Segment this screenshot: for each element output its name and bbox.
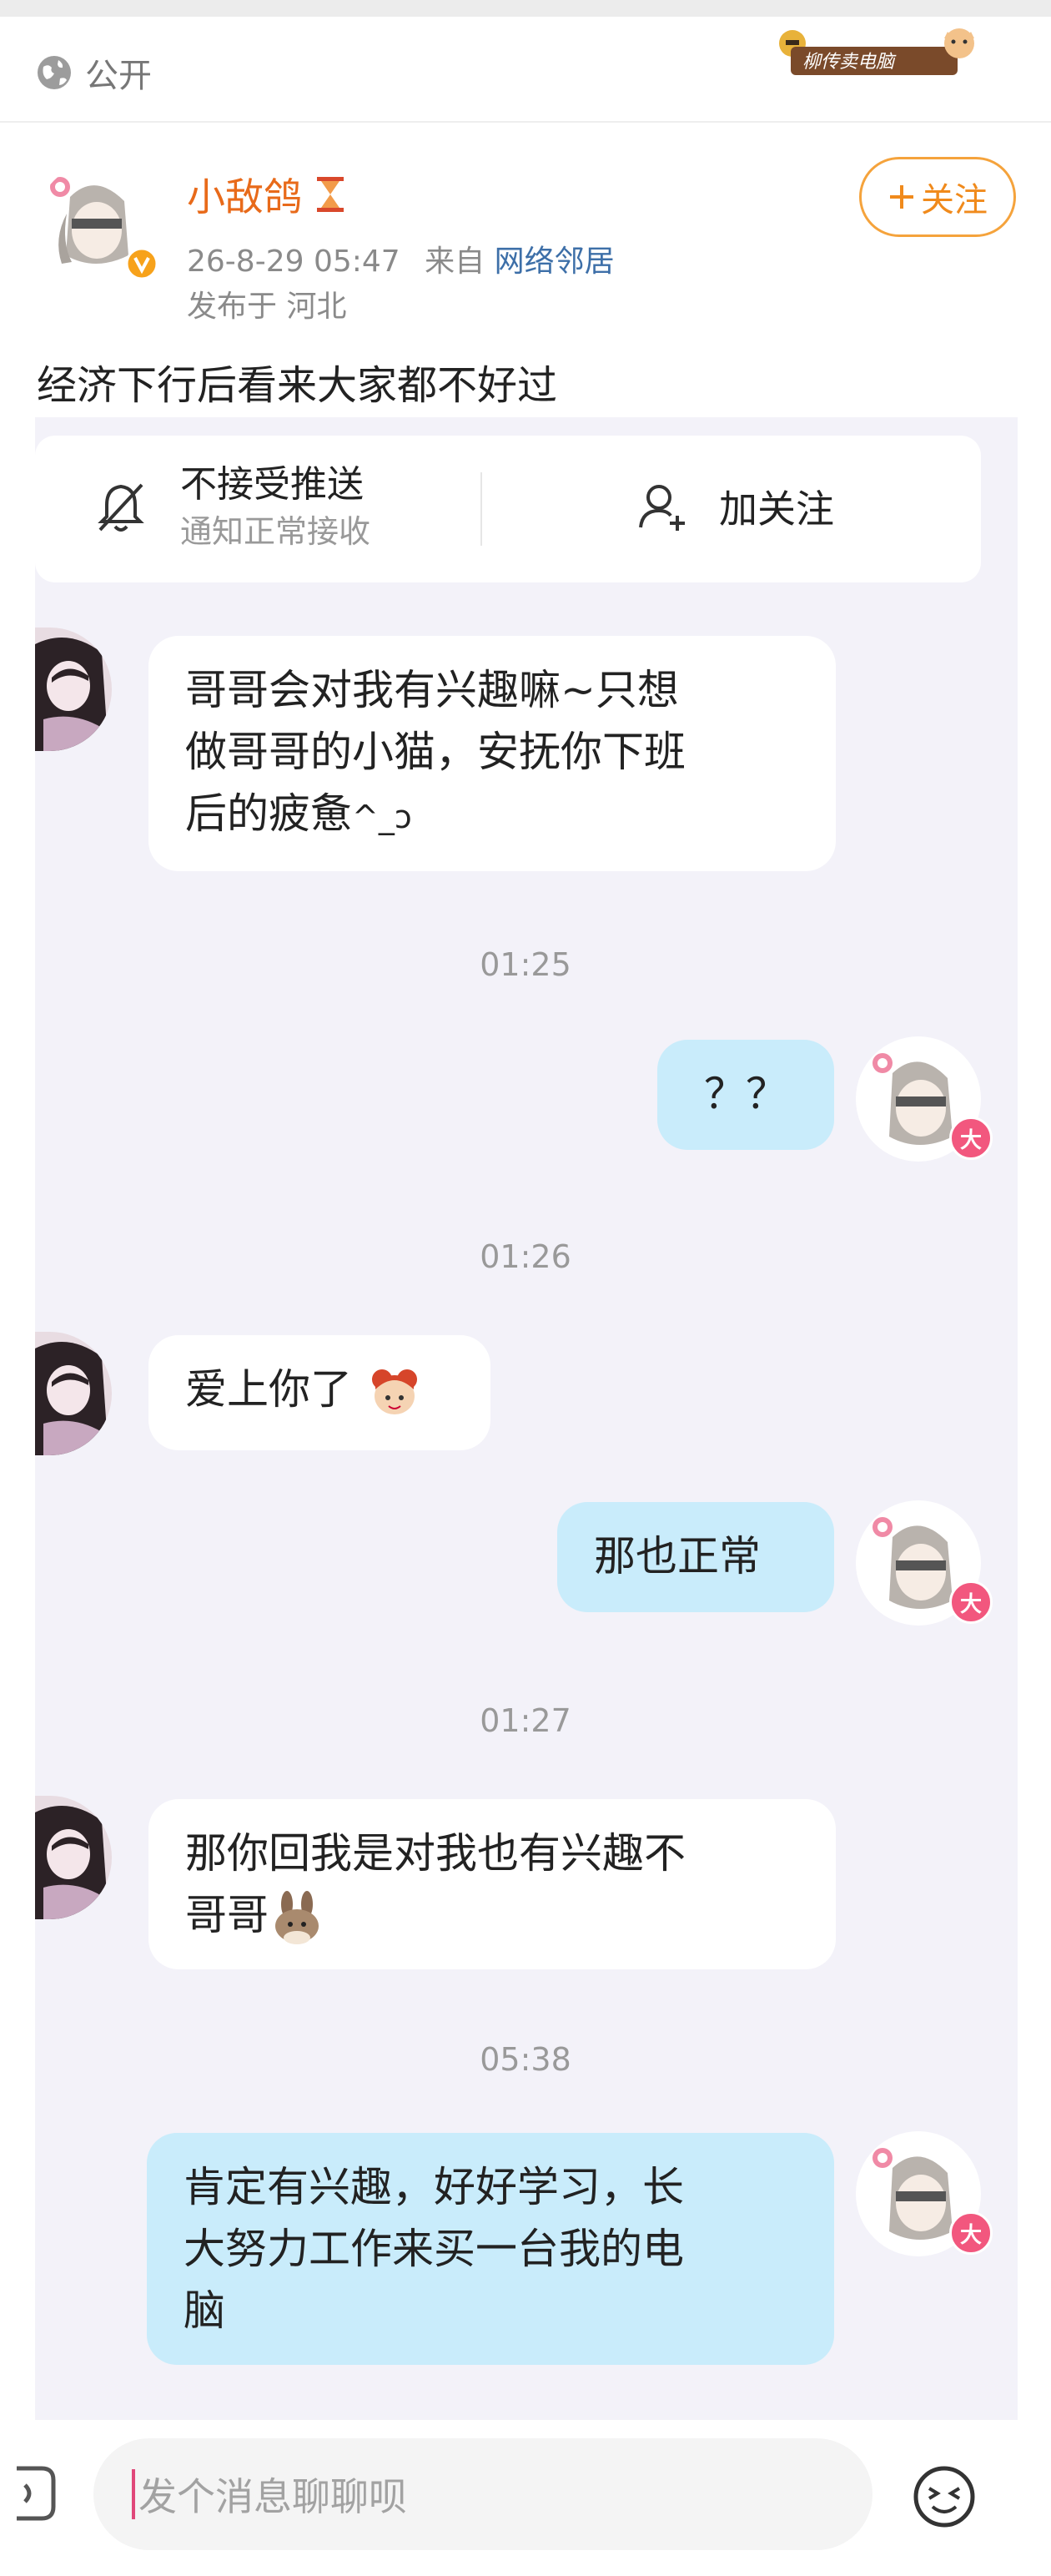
author-name[interactable]: 小敌鸽: [187, 167, 302, 222]
message-bubble-incoming: 那你回我是对我也有兴趣不 哥哥: [148, 1799, 836, 1969]
author-row: 小敌鸽: [187, 167, 347, 222]
message-line: 脑: [184, 2286, 225, 2335]
chat-timestamp: 01:27: [480, 1702, 571, 1739]
message-bubble-outgoing: 那也正常: [557, 1502, 834, 1612]
follow-label: 关注: [921, 181, 988, 219]
post-location: 发布于 河北: [187, 290, 347, 324]
vip-badge: 大: [949, 2211, 993, 2255]
verified-icon: [125, 247, 158, 280]
globe-icon: [38, 56, 71, 89]
kaomoji-sticker: ^_ɔ: [352, 799, 412, 835]
mute-subtitle: 通知正常接收: [180, 513, 371, 550]
post-text: 经济下行后看来大家都不好过: [37, 362, 558, 409]
post-meta: 26-8-29 05:47 来自 网络邻居: [187, 237, 615, 280]
voice-icon[interactable]: [17, 2460, 58, 2527]
post-time: 26-8-29 05:47: [187, 244, 400, 279]
card-separator: [480, 472, 482, 546]
message-line: 那你回我是对我也有兴趣不: [185, 1829, 686, 1878]
message-line: 哥哥会对我有兴趣嘛~只想: [185, 666, 679, 714]
header-divider: [0, 121, 1051, 123]
top-strip: [0, 0, 1051, 17]
chat-timestamp: 01:25: [480, 946, 571, 983]
message-line: 肯定有兴趣，好好学习，长: [184, 2163, 684, 2211]
bell-off-icon: [98, 483, 144, 532]
input-placeholder: 发个消息聊聊呗: [138, 2474, 407, 2519]
message-text: 后的疲惫: [185, 789, 352, 838]
message-bubble-outgoing: ？？: [657, 1040, 834, 1150]
follow-button[interactable]: 关注: [859, 157, 1016, 237]
plus-icon: [890, 185, 913, 209]
message-bubble-incoming: 爱上你了: [148, 1335, 490, 1450]
emoji-icon[interactable]: [911, 2463, 978, 2530]
add-user-icon: [639, 485, 685, 531]
visibility-label: 公开: [85, 57, 152, 95]
message-bubble-incoming: 哥哥会对我有兴趣嘛~只想 做哥哥的小猫，安抚你下班 后的疲惫^_ɔ: [148, 636, 836, 871]
message-line: 后的疲惫^_ɔ: [185, 783, 799, 848]
notification-card: 不接受推送 通知正常接收 加关注: [35, 436, 981, 582]
text-caret: [132, 2469, 135, 2519]
visibility-indicator: 公开: [35, 48, 152, 97]
message-text: 哥哥: [185, 1891, 269, 1939]
add-follow-label: 加关注: [719, 486, 834, 532]
mute-title: 不接受推送: [180, 463, 364, 506]
message-line: 做哥哥的小猫，安抚你下班: [185, 728, 686, 776]
source-prefix: 来自: [425, 244, 485, 279]
message-input[interactable]: 发个消息聊聊呗: [93, 2438, 872, 2550]
mute-push-option[interactable]: 不接受推送 通知正常接收: [92, 461, 370, 554]
chat-timestamp: 01:26: [480, 1238, 571, 1275]
vip-badge: 大: [949, 1580, 993, 1624]
chat-timestamp: 05:38: [480, 2041, 571, 2078]
message-text: 爱上你了: [185, 1365, 352, 1414]
hourglass-icon: [317, 177, 344, 212]
message-line: 哥哥: [185, 1884, 799, 1946]
post-source-link[interactable]: 网络邻居: [495, 244, 615, 279]
vip-badge: 大: [949, 1117, 993, 1160]
bunny-sticker: [275, 1890, 319, 1944]
sticker-emoji: [371, 1369, 417, 1414]
add-follow-option[interactable]: 加关注: [636, 479, 834, 534]
message-bubble-outgoing: 肯定有兴趣，好好学习，长 大努力工作来买一台我的电 脑: [147, 2133, 834, 2365]
watermark-logo: 柳传卖电脑: [779, 28, 974, 75]
message-line: 大努力工作来买一台我的电: [184, 2225, 684, 2273]
svg-text:柳传卖电脑: 柳传卖电脑: [802, 52, 897, 73]
